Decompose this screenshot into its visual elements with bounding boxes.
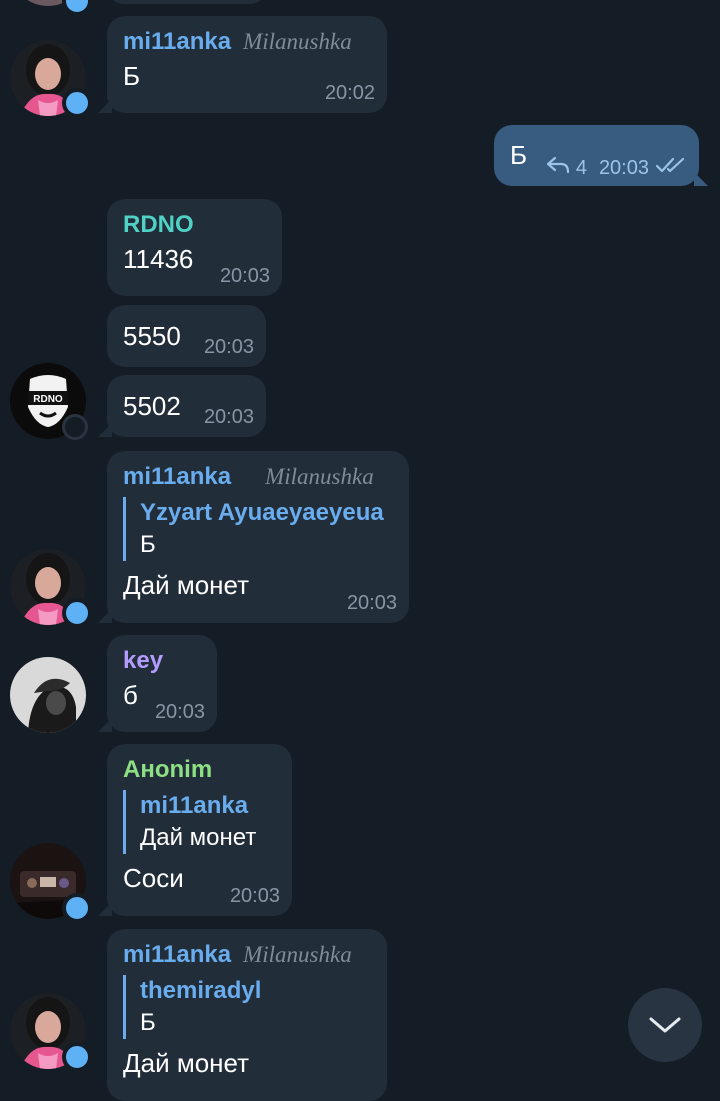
online-status-dot bbox=[62, 893, 92, 923]
reply-author: mi11anka bbox=[140, 792, 249, 819]
message-bubble[interactable]: Анonim mi11anka Дай монет Соси 20:03 bbox=[98, 744, 292, 916]
offline-status-dot bbox=[62, 414, 88, 440]
avatar-logo-text: RDNO bbox=[33, 394, 63, 405]
sender-name[interactable]: Анonim bbox=[123, 754, 276, 786]
message-bubble[interactable]: mi11anka Milanushka Yzyart Ayuaeyaeyeua Б… bbox=[98, 451, 409, 623]
reply-text: Дай монет bbox=[140, 824, 257, 851]
double-check-icon bbox=[655, 156, 687, 180]
message-time: 20:03 bbox=[346, 592, 397, 614]
message-meta: 4 20:03 bbox=[546, 156, 687, 180]
sender-name[interactable]: key bbox=[123, 645, 201, 677]
reply-count[interactable]: 4 bbox=[576, 157, 587, 180]
reply-quote[interactable]: themiradyl Б bbox=[123, 975, 371, 1039]
message-bubble[interactable]: RDNO 11436 20:03 bbox=[107, 199, 282, 296]
member-rank: Milanushka bbox=[243, 942, 352, 967]
message-time: 20:03 bbox=[598, 156, 649, 179]
reply-quote[interactable]: mi11anka Дай монет bbox=[123, 790, 276, 854]
avatar-key[interactable] bbox=[10, 657, 86, 733]
message-bubble-partial[interactable] bbox=[107, 0, 267, 4]
message-bubble[interactable]: mi11anka Milanushka themiradyl Б Дай моне… bbox=[107, 929, 387, 1101]
sender-name[interactable]: mi11anka Milanushka bbox=[123, 26, 371, 58]
sender-name[interactable]: RDNO bbox=[123, 209, 266, 241]
message-time: 20:03 bbox=[229, 885, 280, 907]
message-time: 20:03 bbox=[219, 265, 270, 287]
bubble-tail bbox=[98, 99, 112, 113]
message-text: Дай монет bbox=[123, 1048, 250, 1078]
sender-name[interactable]: mi11anka Milanushka bbox=[123, 939, 371, 971]
message-bubble[interactable]: key б 20:03 bbox=[98, 635, 217, 732]
sender-name[interactable]: mi11anka Milanushka bbox=[123, 461, 393, 493]
reply-author: Yzyart Ayuaeyaeyeua bbox=[140, 499, 384, 526]
member-rank: Milanushka bbox=[265, 464, 374, 489]
chevron-down-icon bbox=[649, 1017, 681, 1033]
scroll-to-bottom-button[interactable] bbox=[628, 988, 702, 1062]
message-time: 20:03 bbox=[154, 701, 205, 723]
message-bubble[interactable]: 5550 20:03 bbox=[107, 305, 266, 367]
online-status-dot bbox=[62, 1042, 92, 1072]
online-status-dot bbox=[62, 598, 92, 628]
bubble-tail bbox=[98, 423, 112, 437]
outgoing-message-bubble[interactable]: Б 4 20:03 bbox=[494, 125, 708, 186]
message-time: 20:03 bbox=[203, 336, 254, 358]
reply-quote[interactable]: Yzyart Ayuaeyaeyeua Б bbox=[123, 497, 393, 561]
message-time: 20:03 bbox=[203, 406, 254, 428]
member-rank: Milanushka bbox=[243, 29, 352, 54]
reply-text: Б bbox=[140, 531, 156, 558]
bubble-tail bbox=[98, 902, 112, 916]
reply-arrow-icon[interactable] bbox=[546, 156, 570, 180]
message-bubble[interactable]: 5502 20:03 bbox=[98, 375, 266, 437]
reply-author: themiradyl bbox=[140, 977, 262, 1004]
message-time: 20:02 bbox=[324, 82, 375, 104]
bubble-tail bbox=[98, 718, 112, 732]
bubble-tail bbox=[694, 172, 708, 186]
reply-text: Б bbox=[140, 1009, 156, 1036]
online-status-dot bbox=[62, 88, 92, 118]
bubble-tail bbox=[98, 609, 112, 623]
message-bubble[interactable]: mi11anka Milanushka Б 20:02 bbox=[98, 16, 387, 113]
status-dot bbox=[62, 0, 92, 16]
